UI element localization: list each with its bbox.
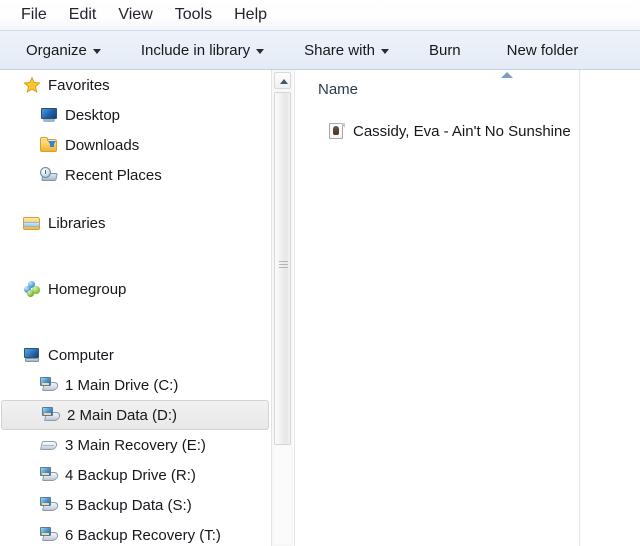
explorer-window: File Edit View Tools Help Organize Inclu… xyxy=(0,0,640,546)
sort-ascending-icon xyxy=(501,72,513,78)
scrollbar-grip-icon xyxy=(278,261,288,270)
chevron-down-icon xyxy=(256,48,265,54)
chevron-down-icon xyxy=(92,48,101,54)
homegroup-icon xyxy=(23,280,41,298)
nav-group-spacer xyxy=(0,304,271,322)
scrollbar-track[interactable] xyxy=(274,446,291,544)
nav-item-recent-places[interactable]: Recent Places xyxy=(0,160,271,190)
nav-item-drive-s[interactable]: 5 Backup Data (S:) xyxy=(0,490,271,520)
nav-item-libraries[interactable]: Libraries xyxy=(0,208,271,238)
toolbar: Organize Include in library Share with B… xyxy=(0,30,640,70)
include-in-library-button[interactable]: Include in library xyxy=(132,37,273,64)
hard-drive-icon xyxy=(39,436,59,454)
navigation-pane: Favorites Desktop Downloads Recent Place… xyxy=(0,70,271,546)
nav-label-drive-e: 3 Main Recovery (E:) xyxy=(65,436,206,454)
nav-item-downloads[interactable]: Downloads xyxy=(0,130,271,160)
recent-places-icon xyxy=(40,166,58,184)
new-folder-label: New folder xyxy=(506,41,579,59)
star-icon xyxy=(23,76,41,94)
network-drive-icon xyxy=(42,406,62,424)
menu-view[interactable]: View xyxy=(108,5,162,26)
nav-item-computer[interactable]: Computer xyxy=(0,340,271,370)
nav-label-downloads: Downloads xyxy=(65,136,140,154)
network-drive-icon xyxy=(40,526,60,544)
share-with-button[interactable]: Share with xyxy=(295,37,398,64)
new-folder-button[interactable]: New folder xyxy=(498,37,594,64)
menu-help[interactable]: Help xyxy=(224,5,277,26)
nav-label-recent-places: Recent Places xyxy=(65,166,162,184)
nav-label-drive-s: 5 Backup Data (S:) xyxy=(65,496,192,514)
nav-label-computer: Computer xyxy=(48,346,114,364)
nav-item-drive-c[interactable]: 1 Main Drive (C:) xyxy=(0,370,271,400)
nav-label-desktop: Desktop xyxy=(65,106,121,124)
network-drive-icon xyxy=(40,496,60,514)
nav-label-drive-d: 2 Main Data (D:) xyxy=(67,406,178,424)
column-header-name[interactable]: Name xyxy=(318,81,358,98)
nav-group-spacer xyxy=(0,190,271,208)
file-name-label: Cassidy, Eva - Ain't No Sunshine xyxy=(353,122,571,140)
computer-icon xyxy=(23,346,41,364)
navigation-scrollbar[interactable] xyxy=(271,70,293,546)
nav-item-drive-e[interactable]: 3 Main Recovery (E:) xyxy=(0,430,271,460)
nav-label-drive-t: 6 Backup Recovery (T:) xyxy=(65,526,221,544)
nav-label-drive-r: 4 Backup Drive (R:) xyxy=(65,466,196,484)
network-drive-icon xyxy=(40,466,60,484)
menu-tools[interactable]: Tools xyxy=(165,5,222,26)
nav-label-drive-c: 1 Main Drive (C:) xyxy=(65,376,179,394)
organize-label: Organize xyxy=(26,41,87,59)
nav-item-drive-t[interactable]: 6 Backup Recovery (T:) xyxy=(0,520,271,546)
file-list-pane: Name Cassidy, Eva - Ain't No Sunshine xyxy=(294,70,640,546)
panes-container: Favorites Desktop Downloads Recent Place… xyxy=(0,70,640,546)
burn-label: Burn xyxy=(428,41,461,59)
scroll-up-arrow-icon xyxy=(279,79,288,84)
nav-item-drive-d[interactable]: 2 Main Data (D:) xyxy=(1,400,269,430)
include-in-library-label: Include in library xyxy=(140,41,251,59)
share-with-label: Share with xyxy=(304,41,375,59)
scrollbar-thumb[interactable] xyxy=(274,92,291,445)
nav-group-spacer xyxy=(0,322,271,340)
nav-label-favorites: Favorites xyxy=(48,76,110,94)
nav-group-spacer xyxy=(0,256,271,274)
menu-edit[interactable]: Edit xyxy=(59,5,107,26)
downloads-folder-icon xyxy=(40,136,58,154)
menu-bar: File Edit View Tools Help xyxy=(0,0,640,30)
nav-label-homegroup: Homegroup xyxy=(48,280,127,298)
libraries-folder-icon xyxy=(23,214,41,232)
nav-item-drive-r[interactable]: 4 Backup Drive (R:) xyxy=(0,460,271,490)
nav-item-homegroup[interactable]: Homegroup xyxy=(0,274,271,304)
menu-file[interactable]: File xyxy=(11,5,57,26)
scroll-up-button[interactable] xyxy=(274,72,291,89)
navigation-tree: Favorites Desktop Downloads Recent Place… xyxy=(0,70,271,546)
burn-button[interactable]: Burn xyxy=(420,37,476,64)
nav-group-spacer xyxy=(0,238,271,256)
nav-label-libraries: Libraries xyxy=(48,214,106,232)
nav-item-desktop[interactable]: Desktop xyxy=(0,100,271,130)
column-header-row: Name xyxy=(295,70,640,108)
organize-button[interactable]: Organize xyxy=(17,37,110,64)
column-divider[interactable] xyxy=(579,70,580,546)
network-drive-icon xyxy=(40,376,60,394)
file-list-item[interactable]: Cassidy, Eva - Ain't No Sunshine xyxy=(295,118,579,144)
chevron-down-icon xyxy=(380,48,389,54)
audio-file-icon xyxy=(329,122,345,140)
desktop-monitor-icon xyxy=(40,106,58,124)
nav-item-favorites[interactable]: Favorites xyxy=(0,70,271,100)
